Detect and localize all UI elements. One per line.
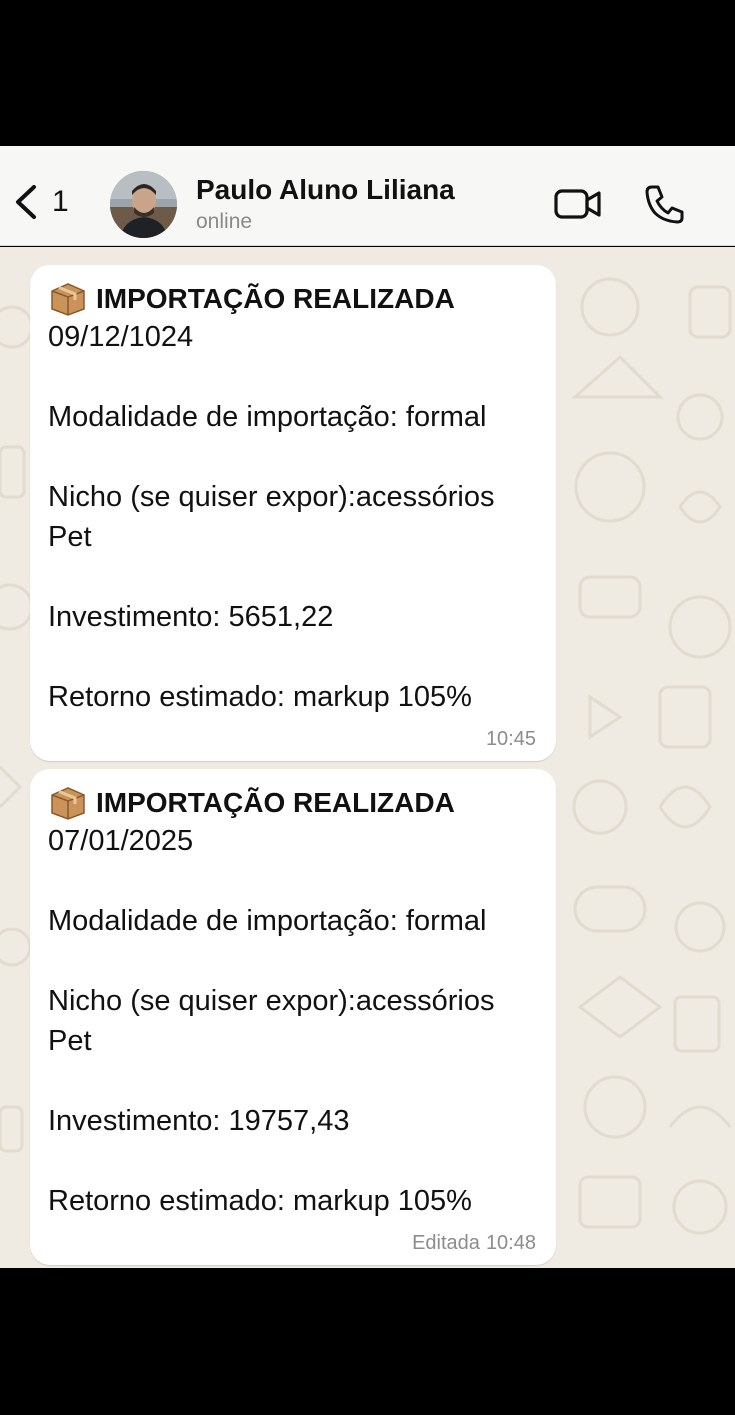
avatar[interactable] xyxy=(110,171,177,238)
chat-header: 1 Paulo Aluno Liliana online xyxy=(0,146,735,246)
chevron-left-icon xyxy=(16,185,36,219)
message-title: IMPORTAÇÃO REALIZADA xyxy=(96,283,455,314)
voice-call-button[interactable] xyxy=(643,182,687,226)
message-modalidade: Modalidade de importação: formal xyxy=(48,905,487,937)
message-time: 10:48 xyxy=(485,1232,536,1254)
package-icon xyxy=(51,283,85,316)
contact-name[interactable]: Paulo Aluno Liliana xyxy=(196,174,455,206)
video-call-button[interactable] xyxy=(553,186,603,222)
contact-status: online xyxy=(196,210,253,233)
video-camera-icon xyxy=(554,189,601,219)
message-nicho-continued: Pet xyxy=(48,1025,92,1057)
message-retorno: Retorno estimado: markup 105% xyxy=(48,1185,472,1217)
unread-count: 1 xyxy=(52,185,69,218)
package-icon xyxy=(51,787,85,820)
message-date: 09/12/1024 xyxy=(48,321,194,353)
message-nicho: Nicho (se quiser expor):acessórios xyxy=(48,481,495,513)
message-title-row: IMPORTAÇÃO REALIZADA xyxy=(48,281,538,317)
edited-label: Editada xyxy=(412,1232,480,1254)
status-bar-area xyxy=(0,0,735,146)
message-bubble[interactable]: IMPORTAÇÃO REALIZADA 07/01/2025 Modalida… xyxy=(30,769,556,1265)
message-meta: Editada 10:48 xyxy=(412,1232,536,1255)
message-investimento: Investimento: 5651,22 xyxy=(48,601,334,633)
phone-icon xyxy=(645,185,684,224)
chat-area[interactable]: IMPORTAÇÃO REALIZADA 09/12/1024 Modalida… xyxy=(0,247,735,1268)
message-meta: 10:45 xyxy=(480,728,536,751)
message-modalidade: Modalidade de importação: formal xyxy=(48,401,487,433)
message-time: 10:45 xyxy=(485,728,536,750)
message-bubble[interactable]: IMPORTAÇÃO REALIZADA 09/12/1024 Modalida… xyxy=(30,265,556,761)
message-title: IMPORTAÇÃO REALIZADA xyxy=(96,787,455,818)
message-nicho: Nicho (se quiser expor):acessórios xyxy=(48,985,495,1017)
message-retorno: Retorno estimado: markup 105% xyxy=(48,681,472,713)
message-investimento: Investimento: 19757,43 xyxy=(48,1105,350,1137)
back-button[interactable]: 1 xyxy=(12,182,82,222)
message-title-row: IMPORTAÇÃO REALIZADA xyxy=(48,785,538,821)
bottom-black-area xyxy=(0,1268,735,1415)
message-nicho-continued: Pet xyxy=(48,521,92,553)
message-date: 07/01/2025 xyxy=(48,825,194,857)
